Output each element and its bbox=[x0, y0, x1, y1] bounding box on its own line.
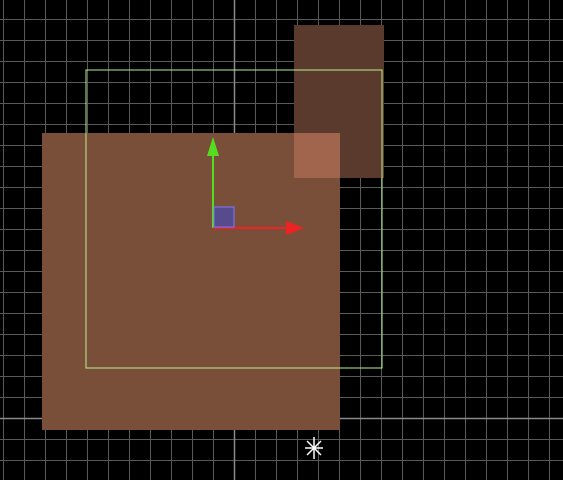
sprite-overlap-region bbox=[294, 133, 340, 178]
sparkle-cursor-icon bbox=[305, 437, 323, 459]
scene-viewport[interactable] bbox=[0, 0, 563, 480]
square-handle-icon[interactable] bbox=[213, 206, 235, 228]
scene-canvas[interactable] bbox=[0, 0, 563, 480]
